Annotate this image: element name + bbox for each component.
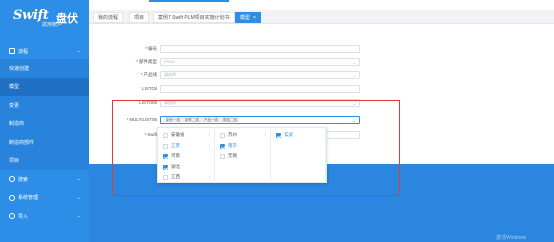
sidebar-item-label: 搜索 [18,176,29,183]
sidebar-item-label: 流程 [18,48,29,55]
field-label: *部件类型 [89,57,157,66]
sidebar-item[interactable]: 模型 [0,77,89,96]
required-marker: * [136,59,138,64]
field-input[interactable]: 请选择 ⌄ [160,70,360,79]
sidebar-item-label: 制造商部件 [9,139,35,146]
import-icon [9,213,15,220]
tab-label: 模型 [240,15,251,21]
sidebar: Swift 盘伏 試用账户 流程 ⌄ 快速创建 模型 变更 制造商 制造商部件 项目 搜索 ⌄ 系统… [0,0,89,242]
field-label-text: 部件类型 [139,59,157,64]
sidebar-item-label: 变更 [9,102,20,109]
tab-label: 我的流程 [98,15,119,21]
tab[interactable]: 项目 [129,12,150,23]
field-input[interactable] [160,44,360,53]
home-icon [9,48,15,55]
required-marker: * [145,46,147,51]
tab[interactable]: 模型 × [235,12,261,23]
sidebar-item-label: 项目 [9,158,20,165]
field-label: *产品线 [89,70,157,79]
required-marker: * [140,72,143,77]
sidebar-item-label: 快速创建 [9,65,30,72]
close-icon[interactable]: × [253,15,256,21]
sidebar-item[interactable]: 项目 [0,151,89,170]
sidebar-item[interactable]: 系统管理 ⌄ [0,188,89,207]
chevron-down-icon: ⌄ [76,48,81,54]
field-label-text: 产品线 [143,72,158,77]
sidebar-item[interactable]: 制造商部件 [0,133,89,152]
account-subtitle: 試用账户 [42,22,63,28]
field-label-text: LISTOil [142,86,157,91]
sidebar-item[interactable]: 变更 [0,96,89,115]
sidebar-item-label: 制造商 [9,121,25,128]
chevron-down-icon: ⌄ [76,194,81,201]
field-label: LISTOil [89,84,157,93]
top-accent [149,0,229,2]
sidebar-item-label: 系统管理 [18,195,39,202]
sidebar-item[interactable]: 搜索 ⌄ [0,170,89,189]
chevron-down-icon: ⌄ [76,213,81,219]
sidebar-item[interactable]: 制造商 [0,114,89,133]
field-value: 请选择 [164,71,176,77]
tab[interactable]: 案例7 Swift PLM项目实施计划书 [153,12,235,23]
tab-label: 项目 [134,15,145,21]
highlight-box [112,100,400,196]
chevron-down-icon: ⌄ [352,72,356,78]
sidebar-item[interactable]: 快速创建 [0,59,89,78]
search-icon [9,176,15,183]
field-input[interactable]: FRAG ⌄ [160,57,360,66]
top-bar [89,0,554,10]
sidebar-item[interactable]: 导入 ⌄ [0,207,89,226]
field-input[interactable] [160,84,360,93]
field-label: *编号 [89,44,157,53]
tab[interactable]: 我的流程 [93,12,124,23]
chevron-down-icon: ⌄ [352,59,356,65]
sidebar-item-label: 模型 [9,84,20,91]
windows-watermark: 激活Windows [496,235,527,241]
tab-bar: 我的流程 项目 案例7 Swift PLM项目实施计划书 模型 × [89,10,554,24]
field-label-text: 编号 [148,46,157,51]
chevron-down-icon: ⌄ [76,176,81,182]
tab-label: 案例7 Swift PLM项目实施计划书 [158,15,230,21]
sidebar-item-label: 导入 [18,213,29,220]
gear-icon [9,194,15,201]
field-value: FRAG [164,58,176,64]
sidebar-item[interactable]: 流程 ⌄ [0,42,89,61]
